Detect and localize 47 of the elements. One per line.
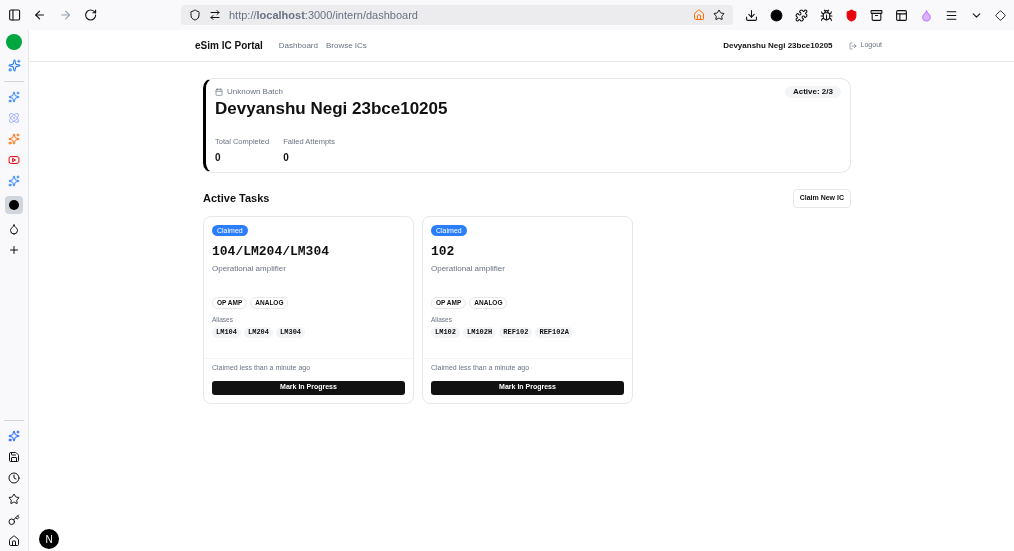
- part-number: 102: [431, 242, 455, 261]
- sidebar-toggle-icon[interactable]: [8, 8, 22, 22]
- bookmark-star-icon[interactable]: [712, 9, 725, 21]
- logout-icon: [848, 41, 857, 50]
- dev-tools-badge[interactable]: N: [39, 529, 59, 549]
- menu-icon[interactable]: [945, 8, 958, 22]
- back-icon[interactable]: [33, 8, 47, 22]
- shield-icon: [189, 9, 201, 21]
- sparkle-icon[interactable]: [8, 91, 20, 103]
- sparkle-icon[interactable]: [7, 59, 21, 72]
- download-icon[interactable]: [745, 8, 758, 22]
- container-icon[interactable]: [870, 8, 883, 22]
- app-icon[interactable]: [6, 34, 22, 50]
- nav-link[interactable]: Dashboard: [278, 39, 318, 52]
- shield-extension-icon[interactable]: [845, 8, 858, 22]
- part-number: 104/LM204/LM304: [212, 242, 330, 261]
- circle-app-icon[interactable]: [5, 196, 23, 214]
- section-title: Active Tasks: [203, 191, 270, 206]
- url-text: http://localhost:3000/intern/dashboard: [229, 7, 419, 23]
- extensions-icon[interactable]: [795, 8, 808, 22]
- video-icon[interactable]: [8, 154, 20, 166]
- profile-name: Devyanshu Negi 23bce10205: [215, 98, 449, 120]
- stat-value: 0: [215, 151, 222, 165]
- add-icon[interactable]: [8, 244, 20, 256]
- star-icon[interactable]: [8, 493, 20, 505]
- brand-title: eSim IC Portal: [195, 39, 263, 53]
- stat-value: 0: [283, 151, 290, 165]
- user-name: Devyanshu Negi 23bce10205: [723, 39, 833, 52]
- batch-label: Unknown Batch: [227, 86, 284, 98]
- drop-icon[interactable]: [8, 223, 20, 235]
- diamond-icon[interactable]: [995, 9, 1006, 21]
- reload-icon[interactable]: [83, 8, 97, 22]
- nav-link[interactable]: Browse ICs: [325, 39, 367, 52]
- address-bar[interactable]: http://localhost:3000/intern/dashboard: [181, 5, 733, 25]
- circle-icon[interactable]: [770, 8, 783, 22]
- part-description: Operational amplifier: [212, 263, 286, 275]
- key-icon[interactable]: [8, 514, 20, 526]
- connection-icon: [209, 9, 221, 21]
- calendar-icon: [215, 88, 223, 96]
- sparkle-icon[interactable]: [8, 175, 20, 187]
- part-description: Operational amplifier: [431, 263, 505, 275]
- layout-icon[interactable]: [895, 8, 908, 22]
- history-icon[interactable]: [8, 472, 20, 484]
- home-icon[interactable]: [8, 535, 20, 547]
- active-count-badge: Active: 2/3: [784, 86, 841, 98]
- sparkle-icon[interactable]: [8, 430, 20, 442]
- save-icon[interactable]: [8, 451, 20, 463]
